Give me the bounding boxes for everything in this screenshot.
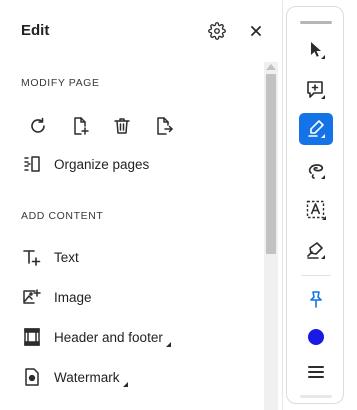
panel-title: Edit	[21, 22, 50, 39]
organize-pages-item[interactable]: Organize pages	[21, 152, 149, 176]
sign-tool-button[interactable]	[299, 234, 333, 266]
pin-icon	[306, 289, 326, 309]
modify-page-heading: MODIFY PAGE	[21, 77, 100, 89]
insert-page-button[interactable]	[68, 114, 92, 138]
add-comment-tool-button[interactable]	[299, 74, 333, 106]
add-text-label: Text	[54, 249, 79, 265]
insert-page-icon	[70, 116, 90, 136]
header-footer-item[interactable]: Header and footer	[21, 325, 171, 349]
organize-pages-icon	[21, 153, 43, 175]
delete-page-button[interactable]	[110, 114, 134, 138]
add-content-heading: ADD CONTENT	[21, 210, 104, 222]
menu-icon	[307, 364, 325, 380]
sign-icon	[305, 239, 327, 261]
add-text-icon	[21, 246, 43, 268]
toolbar-grip[interactable]	[300, 21, 332, 24]
draw-tool-button[interactable]	[299, 154, 333, 186]
add-comment-icon	[305, 79, 327, 101]
rotate-page-button[interactable]	[26, 114, 50, 138]
panel-divider	[282, 0, 283, 410]
watermark-icon	[21, 366, 43, 388]
delete-icon	[112, 116, 132, 136]
add-image-icon	[21, 286, 43, 308]
rotate-icon	[28, 116, 48, 136]
scroll-up-arrow-icon[interactable]	[266, 64, 276, 70]
close-icon	[250, 25, 262, 37]
panel-header: Edit	[0, 0, 281, 60]
text-select-icon	[305, 199, 327, 221]
highlight-icon	[305, 118, 327, 140]
add-text-item[interactable]: Text	[21, 245, 79, 269]
quick-tools-toolbar	[286, 6, 344, 404]
pin-toolbar-button[interactable]	[299, 283, 333, 315]
more-options-button[interactable]	[299, 356, 333, 388]
highlight-tool-button[interactable]	[299, 113, 333, 145]
select-tool-button[interactable]	[299, 34, 333, 66]
header-footer-label: Header and footer	[54, 329, 163, 345]
add-image-item[interactable]: Image	[21, 285, 92, 309]
organize-pages-label: Organize pages	[54, 156, 150, 172]
draw-freeform-icon	[305, 159, 327, 181]
extract-page-icon	[154, 116, 174, 136]
select-icon	[305, 39, 327, 61]
close-button[interactable]	[246, 21, 266, 41]
watermark-item[interactable]: Watermark	[21, 365, 128, 389]
extract-page-button[interactable]	[152, 114, 176, 138]
edit-panel: Edit MODIFY PAGE Organize pages ADD CONT…	[0, 0, 281, 410]
watermark-label: Watermark	[54, 369, 120, 385]
color-swatch-icon	[308, 329, 324, 345]
submenu-indicator-icon	[165, 342, 171, 347]
scrollbar-thumb[interactable]	[266, 74, 276, 254]
header-footer-icon	[21, 326, 43, 348]
toolbar-bottom-edge	[300, 395, 332, 398]
add-image-label: Image	[54, 289, 92, 305]
submenu-indicator-icon	[122, 382, 128, 387]
settings-button[interactable]	[207, 21, 227, 41]
text-tool-button[interactable]	[299, 194, 333, 226]
toolbar-separator	[301, 275, 331, 276]
gear-icon	[208, 22, 226, 40]
color-picker-button[interactable]	[299, 321, 333, 353]
